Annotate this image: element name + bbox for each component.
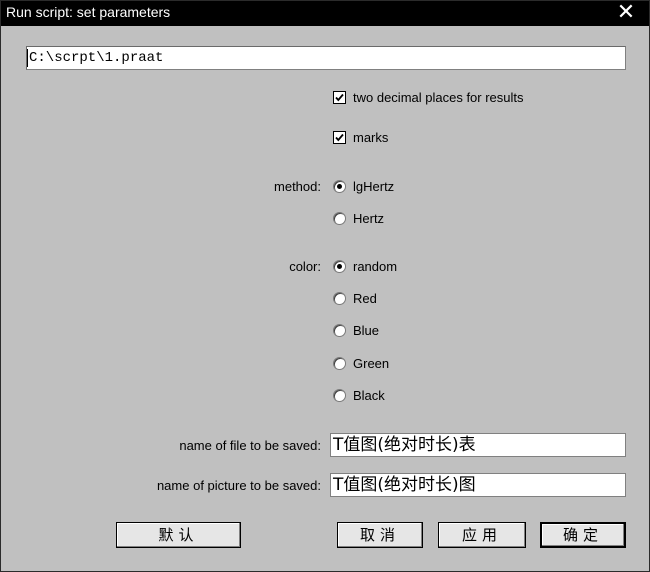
title-bar[interactable]: Run script: set parameters ✕ [1, 1, 649, 26]
window-title: Run script: set parameters [6, 4, 171, 20]
ok-button[interactable]: 确定 [540, 522, 626, 548]
method-radio-hertz[interactable] [333, 212, 346, 225]
method-option-label: Hertz [353, 211, 385, 226]
script-path-input[interactable]: C:\scrpt\1.praat [26, 46, 626, 70]
method-option-label: lgHertz [353, 179, 395, 194]
checkmark-icon [335, 93, 344, 102]
color-option-label: random [353, 259, 398, 274]
checkmark-icon [335, 133, 344, 142]
color-radio-green[interactable] [333, 357, 346, 370]
marks-label: marks [353, 130, 389, 145]
file-name-input[interactable]: T值图(绝对时长)表 [330, 433, 626, 457]
cancel-button[interactable]: 取消 [337, 522, 423, 548]
file-name-label: name of file to be saved: [179, 438, 321, 453]
color-option-label: Green [353, 356, 390, 371]
color-label: color: [289, 259, 321, 274]
method-radio-lghertz[interactable] [333, 180, 346, 193]
picture-name-input[interactable]: T值图(绝对时长)图 [330, 473, 626, 497]
marks-checkbox[interactable] [333, 131, 346, 144]
two-decimal-label: two decimal places for results [353, 90, 524, 105]
picture-name-label: name of picture to be saved: [156, 478, 321, 493]
color-option-label: Black [353, 388, 385, 403]
close-icon[interactable]: ✕ [603, 1, 649, 26]
color-option-label: Red [353, 291, 377, 306]
color-radio-blue[interactable] [333, 324, 346, 337]
method-label: method: [274, 179, 321, 194]
color-option-label: Blue [353, 323, 380, 338]
standards-button[interactable]: 默认 [116, 522, 241, 548]
color-radio-black[interactable] [333, 389, 346, 402]
radio-selected-dot [337, 264, 342, 269]
apply-button[interactable]: 应用 [438, 522, 526, 548]
two-decimal-checkbox[interactable] [333, 91, 346, 104]
dialog-window: Run script: set parameters ✕ C:\scrpt\1.… [0, 0, 650, 572]
color-radio-random[interactable] [333, 260, 346, 273]
radio-selected-dot [337, 184, 342, 189]
text-caret [27, 49, 28, 67]
color-radio-red[interactable] [333, 292, 346, 305]
